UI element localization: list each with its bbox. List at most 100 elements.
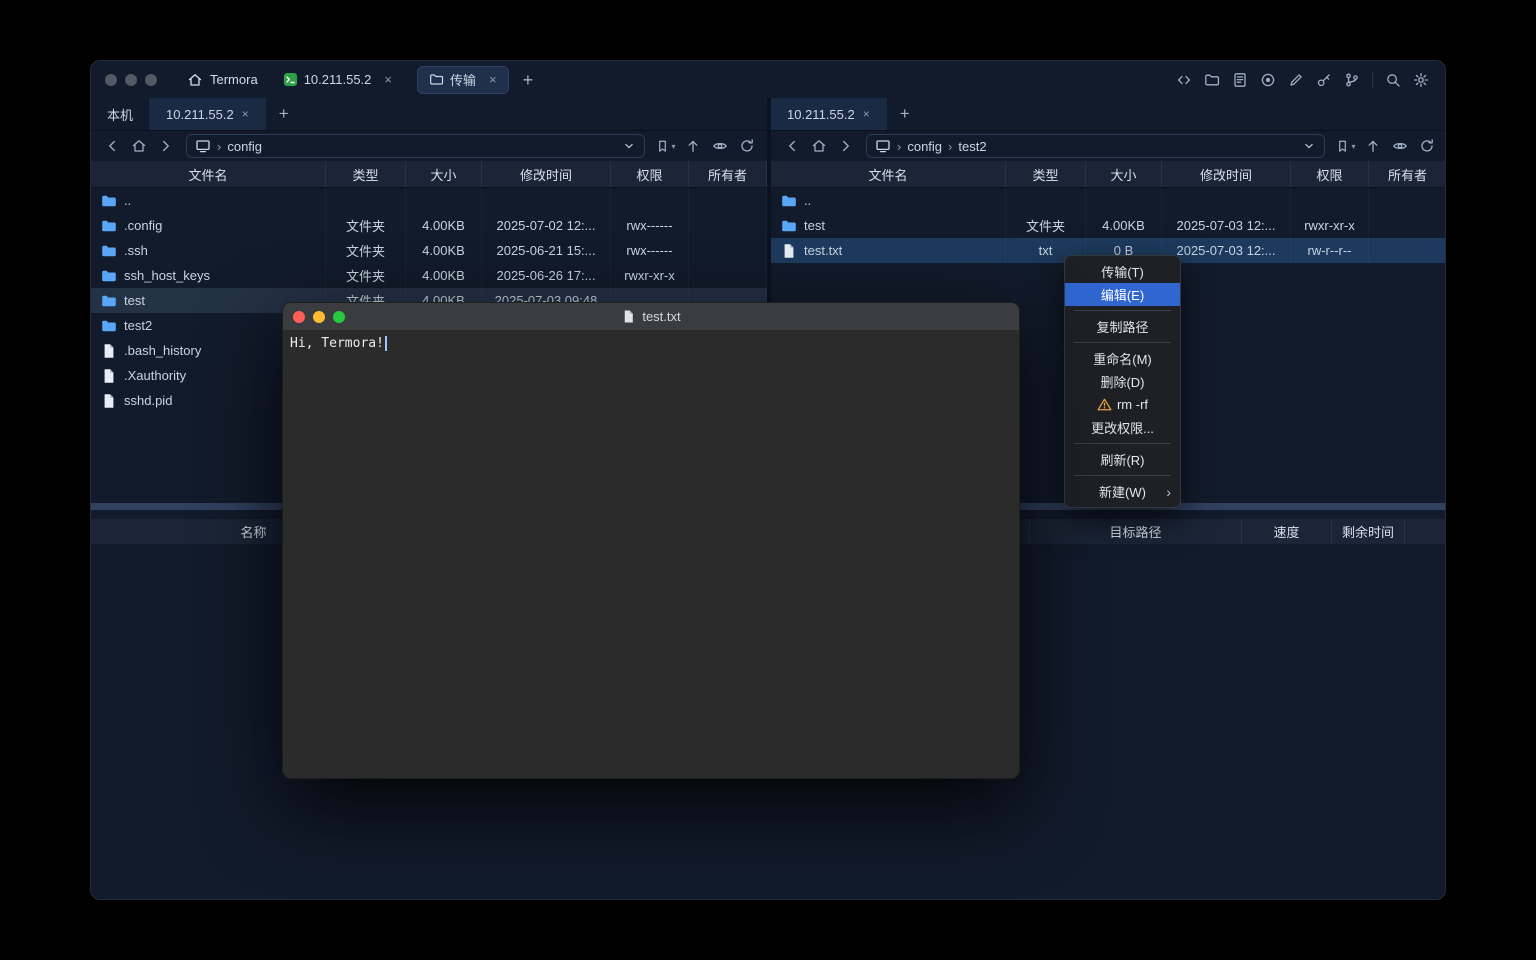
file-name: ..: [124, 193, 131, 208]
breadcrumb[interactable]: › config › test2: [866, 134, 1325, 158]
close-button[interactable]: [293, 311, 305, 323]
column-header[interactable]: 大小: [406, 161, 482, 187]
column-header[interactable]: 类型: [326, 161, 406, 187]
breadcrumb-segment[interactable]: config: [907, 139, 942, 154]
zoom-button[interactable]: [145, 74, 157, 86]
file-type: [1006, 188, 1086, 213]
key-icon[interactable]: [1316, 72, 1332, 88]
tab-ssh-session[interactable]: 10.211.55.2 ×: [272, 66, 403, 94]
file-name: ..: [804, 193, 811, 208]
column-header[interactable]: 权限: [1291, 161, 1369, 187]
forward-button[interactable]: [833, 135, 858, 157]
file-type: 文件夹: [326, 263, 406, 288]
folder-icon: [101, 293, 117, 309]
bookmark-button[interactable]: ▾: [653, 135, 678, 157]
branch-icon[interactable]: [1344, 72, 1360, 88]
show-hidden-button[interactable]: [707, 135, 732, 157]
warning-icon: [1097, 397, 1112, 412]
file-modified: 2025-07-02 12:...: [482, 213, 611, 238]
file-owner: [689, 263, 767, 288]
tab-label: 传输: [450, 70, 476, 89]
menu-item-transfer[interactable]: 传输(T): [1065, 260, 1180, 283]
breadcrumb[interactable]: › config: [186, 134, 645, 158]
column-header[interactable]: 修改时间: [482, 161, 611, 187]
new-pane-tab-button[interactable]: +: [887, 98, 923, 130]
menu-item-rename[interactable]: 重命名(M): [1065, 347, 1180, 370]
editor-content[interactable]: Hi, Termora!: [283, 331, 1019, 356]
settings-icon[interactable]: [1413, 72, 1429, 88]
menu-item-refresh[interactable]: 刷新(R): [1065, 448, 1180, 471]
column-header[interactable]: 所有者: [1369, 161, 1446, 187]
breadcrumb-segment[interactable]: test2: [958, 139, 986, 154]
menu-item-edit[interactable]: 编辑(E): [1065, 283, 1180, 306]
file-row[interactable]: ssh_host_keys 文件夹4.00KB2025-06-26 17:...…: [91, 263, 767, 288]
file-row[interactable]: .config 文件夹4.00KB2025-07-02 12:...rwx---…: [91, 213, 767, 238]
tab-remote[interactable]: 10.211.55.2 ×: [150, 98, 266, 130]
home-button[interactable]: [126, 135, 151, 157]
column-header[interactable]: 文件名: [91, 161, 326, 187]
editor-window: test.txt Hi, Termora!: [282, 302, 1020, 779]
parent-dir-button[interactable]: [680, 135, 705, 157]
column-header[interactable]: 类型: [1006, 161, 1086, 187]
editor-title: test.txt: [642, 309, 680, 324]
breadcrumb-segment[interactable]: config: [227, 139, 262, 154]
menu-item-new[interactable]: 新建(W) ›: [1065, 480, 1180, 503]
refresh-button[interactable]: [1414, 135, 1439, 157]
column-header[interactable]: 速度: [1241, 519, 1331, 544]
menu-separator: [1074, 475, 1171, 476]
file-icon: [781, 243, 797, 259]
tab-remote[interactable]: 10.211.55.2 ×: [771, 98, 887, 130]
file-size: 4.00KB: [1086, 213, 1162, 238]
minimize-button[interactable]: [313, 311, 325, 323]
file-modified: 2025-07-03 12:...: [1162, 238, 1291, 263]
close-button[interactable]: [105, 74, 117, 86]
column-header[interactable]: 修改时间: [1162, 161, 1291, 187]
bookmark-button[interactable]: ▾: [1333, 135, 1358, 157]
dropdown-arrow-icon: ▾: [1351, 142, 1355, 151]
close-tab-icon[interactable]: ×: [489, 72, 497, 87]
file-row[interactable]: test 文件夹4.00KB2025-07-03 12:...rwxr-xr-x: [771, 213, 1446, 238]
zoom-button[interactable]: [333, 311, 345, 323]
left-table-header: 文件名 类型 大小 修改时间 权限 所有者: [91, 161, 767, 188]
tab-transfer[interactable]: 传输 ×: [417, 66, 509, 94]
new-tab-button[interactable]: +: [523, 71, 534, 89]
file-row[interactable]: ..: [771, 188, 1446, 213]
pencil-icon[interactable]: [1288, 72, 1304, 88]
editor-window-controls: [293, 303, 345, 330]
close-tab-icon[interactable]: ×: [242, 107, 249, 121]
file-perms: rwx------: [611, 238, 689, 263]
column-header[interactable]: 所有者: [689, 161, 767, 187]
column-header[interactable]: 目标路径: [1029, 519, 1241, 544]
tab-local[interactable]: 本机: [91, 98, 150, 130]
column-header[interactable]: 文件名: [771, 161, 1006, 187]
back-button[interactable]: [779, 135, 804, 157]
log-icon[interactable]: [1232, 72, 1248, 88]
minimize-button[interactable]: [125, 74, 137, 86]
refresh-button[interactable]: [734, 135, 759, 157]
column-header[interactable]: 剩余时间: [1331, 519, 1404, 544]
show-hidden-button[interactable]: [1387, 135, 1412, 157]
menu-item-delete[interactable]: 删除(D): [1065, 370, 1180, 393]
menu-item-chmod[interactable]: 更改权限...: [1065, 416, 1180, 439]
titlebar-actions: [1176, 72, 1429, 88]
code-icon[interactable]: [1176, 72, 1192, 88]
file-row[interactable]: .ssh 文件夹4.00KB2025-06-21 15:...rwx------: [91, 238, 767, 263]
parent-dir-button[interactable]: [1360, 135, 1385, 157]
home-button[interactable]: [806, 135, 831, 157]
column-header[interactable]: 大小: [1086, 161, 1162, 187]
file-row[interactable]: ..: [91, 188, 767, 213]
close-tab-icon[interactable]: ×: [384, 72, 392, 87]
close-tab-icon[interactable]: ×: [863, 107, 870, 121]
app-home-tab[interactable]: Termora: [187, 72, 258, 88]
home-icon: [187, 72, 203, 88]
chevron-down-icon: [622, 139, 636, 153]
search-icon[interactable]: [1385, 72, 1401, 88]
menu-item-rm-rf[interactable]: rm -rf: [1065, 393, 1180, 416]
record-icon[interactable]: [1260, 72, 1276, 88]
menu-item-copy-path[interactable]: 复制路径: [1065, 315, 1180, 338]
new-pane-tab-button[interactable]: +: [266, 98, 302, 130]
back-button[interactable]: [99, 135, 124, 157]
column-header[interactable]: 权限: [611, 161, 689, 187]
forward-button[interactable]: [153, 135, 178, 157]
folder-icon[interactable]: [1204, 72, 1220, 88]
